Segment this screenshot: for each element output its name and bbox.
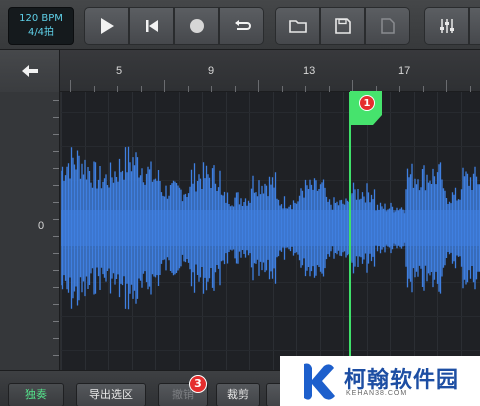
play-button[interactable] bbox=[84, 7, 129, 45]
waveform-core bbox=[61, 210, 480, 246]
bar-label: 9 bbox=[208, 65, 215, 77]
new-file-button[interactable] bbox=[365, 7, 410, 45]
amplitude-tick bbox=[53, 236, 59, 237]
watermark: 柯翰软件园 KEHAN38.COM bbox=[280, 356, 480, 406]
back-button[interactable] bbox=[0, 50, 60, 92]
tempo-display[interactable]: 120 BPM 4/4拍 bbox=[8, 7, 74, 45]
amplitude-tick bbox=[53, 338, 59, 339]
amplitude-tick bbox=[53, 151, 59, 152]
amplitude-tick bbox=[53, 219, 59, 220]
loop-icon bbox=[234, 20, 251, 30]
amplitude-tick bbox=[53, 202, 59, 203]
ruler-tick bbox=[164, 80, 165, 92]
record-icon bbox=[189, 19, 204, 33]
record-button[interactable] bbox=[174, 7, 219, 45]
amplitude-tick bbox=[53, 168, 59, 169]
bar-label: 13 bbox=[303, 65, 316, 77]
rewind-button[interactable] bbox=[129, 7, 174, 45]
marker-number-badge: 1 bbox=[359, 95, 375, 111]
bar-label: 17 bbox=[398, 65, 411, 77]
time-signature: 4/4拍 bbox=[27, 27, 55, 38]
undo-count-badge: 3 bbox=[189, 375, 207, 393]
amplitude-tick bbox=[53, 134, 59, 135]
timeline-ruler[interactable]: 5 9 13 17 bbox=[0, 50, 480, 92]
play-icon bbox=[100, 18, 114, 34]
solo-button[interactable]: 独奏 bbox=[8, 383, 64, 406]
document-icon bbox=[380, 18, 395, 34]
arrow-left-icon bbox=[21, 65, 38, 77]
amplitude-tick bbox=[53, 100, 59, 101]
export-selection-button[interactable]: 导出选区 bbox=[76, 383, 146, 406]
floppy-disk-icon bbox=[334, 18, 351, 34]
amplitude-tick bbox=[53, 287, 59, 288]
zero-amplitude-label: 0 bbox=[38, 220, 45, 232]
folder-icon bbox=[288, 20, 307, 33]
bpm-value: 120 BPM bbox=[19, 13, 63, 24]
amplitude-tick bbox=[53, 270, 59, 271]
mixer-button[interactable] bbox=[424, 7, 469, 45]
save-button[interactable] bbox=[320, 7, 365, 45]
top-toolbar: 120 BPM 4/4拍 bbox=[0, 0, 480, 50]
amplitude-gutter bbox=[0, 92, 60, 370]
more-button[interactable] bbox=[469, 7, 480, 45]
ruler-tick bbox=[70, 80, 71, 92]
waveform-area[interactable] bbox=[61, 92, 480, 370]
amplitude-tick bbox=[53, 185, 59, 186]
amplitude-tick bbox=[53, 117, 59, 118]
ruler-tick bbox=[258, 80, 259, 92]
amplitude-tick bbox=[53, 253, 59, 254]
kehan-logo bbox=[304, 363, 335, 400]
open-button[interactable] bbox=[275, 7, 320, 45]
amplitude-tick bbox=[53, 304, 59, 305]
amplitude-tick bbox=[53, 321, 59, 322]
watermark-url: KEHAN38.COM bbox=[346, 390, 408, 397]
ruler-tick bbox=[446, 80, 447, 92]
cut-button[interactable]: 裁剪 bbox=[216, 383, 260, 406]
sliders-icon bbox=[439, 19, 454, 33]
loop-button[interactable] bbox=[219, 7, 264, 45]
bar-label: 5 bbox=[116, 65, 123, 77]
skip-to-start-icon bbox=[145, 20, 158, 32]
amplitude-tick bbox=[53, 355, 59, 356]
audio-waveform bbox=[61, 146, 480, 310]
